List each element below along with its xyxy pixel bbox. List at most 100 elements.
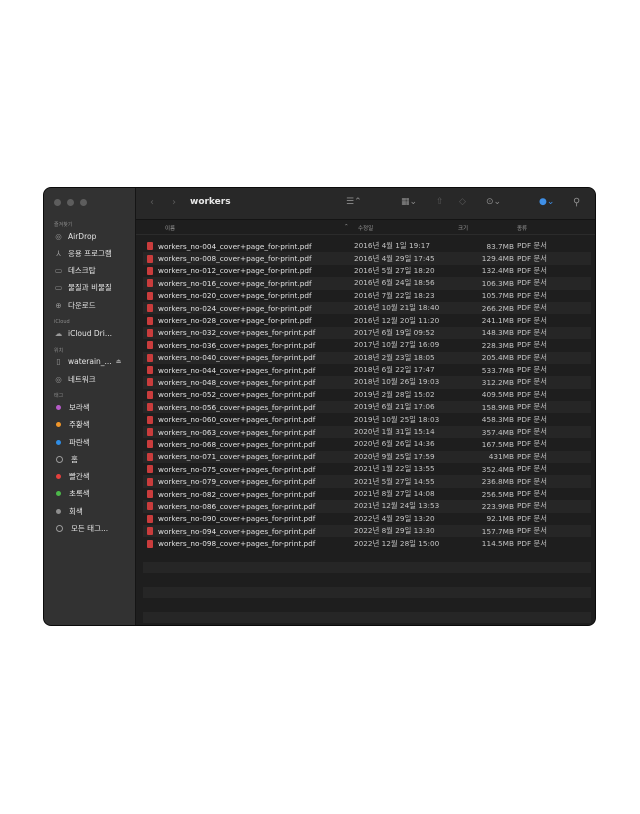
sidebar-section-label: 위치 (54, 347, 64, 354)
file-date: 2016년 4월 1일 19:17 (354, 241, 430, 251)
sidebar-item[interactable]: ⊕ 다운로드 (54, 299, 132, 311)
file-row[interactable]: workers_no-028_cover+page_for-print.pdf 2… (143, 314, 591, 326)
file-row[interactable]: workers_no-004_cover+page_for-print.pdf 2… (143, 240, 591, 252)
file-row[interactable]: workers_no-098_cover+pages_for-print.pdf… (143, 537, 591, 549)
file-size: 357.4MB (481, 427, 514, 437)
sidebar-item[interactable]: ⅄ 응용 프로그램 (54, 247, 132, 259)
file-size: 266.2MB (481, 303, 514, 313)
sidebar-item-label: 모든 태그... (71, 524, 109, 533)
file-name: workers_no-068_cover+pages_for-print.pdf (158, 439, 316, 449)
sidebar-item[interactable]: 초록색 (54, 488, 132, 500)
tag-icon[interactable]: ◇ (459, 197, 466, 207)
file-date: 2018년 2월 23일 18:05 (354, 352, 435, 362)
file-row[interactable]: workers_no-075_cover+pages_for-print.pdf… (143, 463, 591, 475)
file-row[interactable]: workers_no-082_cover+pages_for-print.pdf… (143, 488, 591, 500)
back-icon[interactable]: ‹ (150, 197, 154, 208)
list-view-icon[interactable]: ☰⌃ (346, 197, 362, 207)
file-row[interactable]: workers_no-068_cover+pages_for-print.pdf… (143, 438, 591, 450)
tag-dot-icon (56, 404, 61, 410)
sync-status-icon[interactable]: ●⌄ (539, 197, 554, 207)
file-size: 256.5MB (481, 489, 514, 499)
column-size[interactable]: 크기 (458, 224, 468, 232)
sidebar-item[interactable]: ▭ 데스크탑 (54, 265, 132, 277)
file-kind: PDF 문서 (517, 303, 547, 313)
file-kind: PDF 문서 (517, 327, 547, 337)
group-icon[interactable]: ▦⌄ (401, 197, 417, 207)
pdf-file-icon (147, 341, 153, 350)
file-row[interactable]: workers_no-056_cover+pages_for-print.pdf… (143, 401, 591, 414)
file-date: 2016년 6월 24일 18:56 (354, 278, 435, 288)
close-button[interactable] (54, 199, 61, 206)
file-date: 2020년 1월 31일 15:14 (354, 427, 435, 437)
file-size: 228.3MB (481, 340, 514, 350)
sidebar-item[interactable]: 파란색 (54, 436, 132, 448)
file-name: workers_no-071_cover+pages_for-print.pdf (158, 452, 316, 462)
file-row[interactable]: workers_no-052_cover+pages_for-print.pdf… (143, 389, 591, 401)
tag-dot-icon (56, 525, 63, 532)
file-name: workers_no-004_cover+page_for-print.pdf (158, 241, 312, 251)
search-icon[interactable]: ⚲ (573, 197, 580, 208)
file-row[interactable]: workers_no-012_cover+page_for-print.pdf 2… (143, 265, 591, 277)
sidebar-item[interactable]: 모든 태그... (54, 523, 132, 535)
cloud-icon: ☁ (54, 329, 63, 338)
file-name: workers_no-024_cover+page_for-print.pdf (158, 303, 312, 313)
file-date: 2019년 6월 21일 17:06 (354, 402, 435, 412)
file-row[interactable]: workers_no-048_cover+pages_for-print.pdf… (143, 376, 591, 389)
file-row[interactable]: workers_no-008_cover+page_for-print.pdf 2… (143, 252, 591, 265)
file-row[interactable]: workers_no-024_cover+page_for-print.pdf 2… (143, 301, 591, 315)
pdf-file-icon (147, 304, 153, 313)
sidebar: 즐겨찾기 ◎ AirDrop ⅄ 응용 프로그램 ▭ 데스크탑 ▭ 물질과 비물질 ⊕ 다운로드 iC… (44, 188, 136, 625)
sidebar-item[interactable]: 주황색 (54, 419, 132, 431)
sidebar-item[interactable]: 홈 (54, 453, 132, 465)
eject-icon[interactable]: ⏏ (116, 358, 122, 365)
pdf-file-icon (147, 502, 153, 511)
more-icon[interactable]: ⊙⌄ (486, 197, 501, 207)
sidebar-item[interactable]: 보라색 (54, 401, 132, 413)
column-date[interactable]: 수정일 (358, 224, 373, 232)
file-kind: PDF 문서 (517, 389, 547, 399)
file-row[interactable]: workers_no-094_cover+pages_for-print.pdf… (143, 524, 591, 538)
sidebar-item[interactable]: 빨간색 (54, 471, 132, 483)
sidebar-item-label: 응용 프로그램 (68, 248, 112, 258)
file-size: 158.9MB (481, 402, 514, 412)
sidebar-item[interactable]: ▭ 물질과 비물질 (54, 282, 132, 294)
file-row[interactable]: workers_no-020_cover+page_for-print.pdf 2… (143, 290, 591, 302)
window-controls (54, 199, 87, 206)
file-kind: PDF 문서 (517, 464, 547, 474)
forward-icon[interactable]: › (172, 197, 176, 208)
file-row[interactable]: workers_no-063_cover+pages_for-print.pdf… (143, 425, 591, 439)
sidebar-item[interactable]: ◎ AirDrop (54, 230, 132, 242)
pdf-file-icon (147, 390, 153, 399)
file-row[interactable]: workers_no-016_cover+page_for-print.pdf 2… (143, 277, 591, 290)
share-icon[interactable]: ⇧ (436, 197, 444, 207)
window-title: workers (190, 197, 231, 207)
file-kind: PDF 문서 (517, 365, 547, 375)
file-kind: PDF 문서 (517, 265, 547, 275)
file-row[interactable]: workers_no-036_cover+pages_for-print.pdf… (143, 339, 591, 351)
file-row[interactable]: workers_no-032_cover+pages_for-print.pdf… (143, 326, 591, 340)
zoom-button[interactable] (80, 199, 87, 206)
sidebar-item[interactable]: ☁ iCloud Dri... (54, 328, 132, 340)
file-row[interactable]: workers_no-090_cover+pages_for-print.pdf… (143, 513, 591, 525)
sidebar-item-label: 홈 (71, 454, 78, 464)
minimize-button[interactable] (67, 199, 74, 206)
sidebar-item-label: 주황색 (69, 420, 90, 430)
file-name: workers_no-016_cover+page_for-print.pdf (158, 278, 312, 288)
file-row[interactable]: workers_no-060_cover+pages_for-print.pdf… (143, 413, 591, 425)
file-size: 167.5MB (481, 439, 514, 449)
file-row[interactable]: workers_no-086_cover+pages_for-print.pdf… (143, 500, 591, 513)
sidebar-item[interactable]: ▯ waterain_... ⏏ (54, 356, 132, 368)
file-row[interactable]: workers_no-079_cover+pages_for-print.pdf… (143, 475, 591, 488)
file-row[interactable]: workers_no-071_cover+pages_for-print.pdf… (143, 450, 591, 464)
file-name: workers_no-032_cover+pages_for-print.pdf (158, 328, 316, 338)
column-name[interactable]: 이름 (165, 224, 175, 232)
file-date: 2016년 12월 20일 11:20 (354, 315, 440, 325)
column-kind[interactable]: 종류 (517, 224, 527, 232)
file-row[interactable]: workers_no-044_cover+pages_for-print.pdf… (143, 364, 591, 376)
file-row[interactable]: workers_no-040_cover+pages_for-print.pdf… (143, 351, 591, 364)
pdf-file-icon (147, 291, 153, 300)
sidebar-item[interactable]: ◎ 네트워크 (54, 373, 132, 385)
sidebar-item[interactable]: 회색 (54, 505, 132, 517)
tag-dot-icon (56, 455, 63, 463)
file-kind: PDF 문서 (517, 414, 547, 424)
